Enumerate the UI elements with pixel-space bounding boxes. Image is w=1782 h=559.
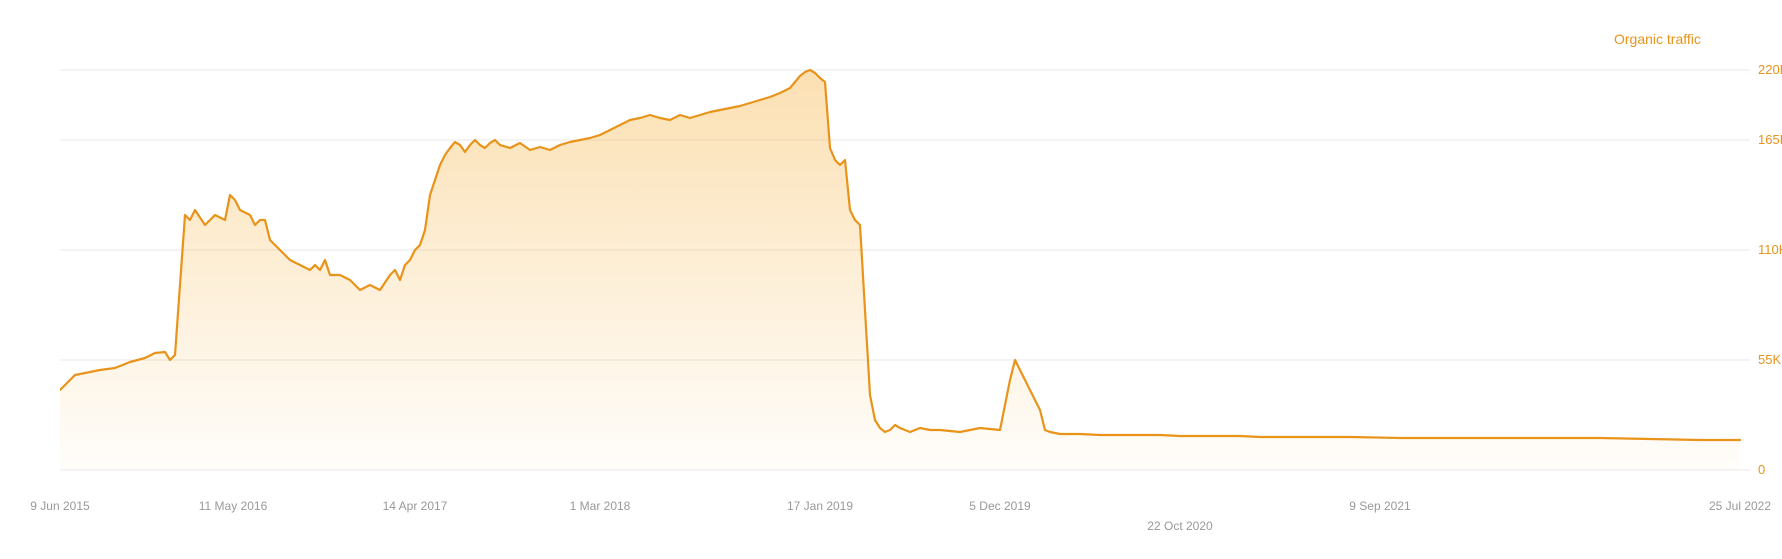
chart-legend-label: Organic traffic	[1614, 31, 1701, 47]
y-label-165k: 165K	[1758, 132, 1782, 147]
y-label-55k: 55K	[1758, 352, 1781, 367]
y-label-110k: 110K	[1758, 242, 1782, 257]
x-label-may2016: 11 May 2016	[199, 499, 268, 513]
x-label-jan2019: 17 Jan 2019	[787, 499, 853, 513]
x-label-apr2017: 14 Apr 2017	[383, 499, 448, 513]
x-label-oct2020: 22 Oct 2020	[1147, 519, 1213, 533]
x-label-jul2022: 25 Jul 2022	[1709, 499, 1771, 513]
x-label-mar2018: 1 Mar 2018	[570, 499, 631, 513]
x-label-sep2021: 9 Sep 2021	[1349, 499, 1411, 513]
chart-container: 220K 165K 110K 55K 0 Organic traffic 9 J…	[0, 0, 1782, 554]
x-label-dec2019: 5 Dec 2019	[969, 499, 1031, 513]
y-label-0: 0	[1758, 462, 1765, 477]
chart-area-fill	[60, 70, 1740, 470]
x-label-jun2015: 9 Jun 2015	[30, 499, 90, 513]
y-label-220k: 220K	[1758, 62, 1782, 77]
